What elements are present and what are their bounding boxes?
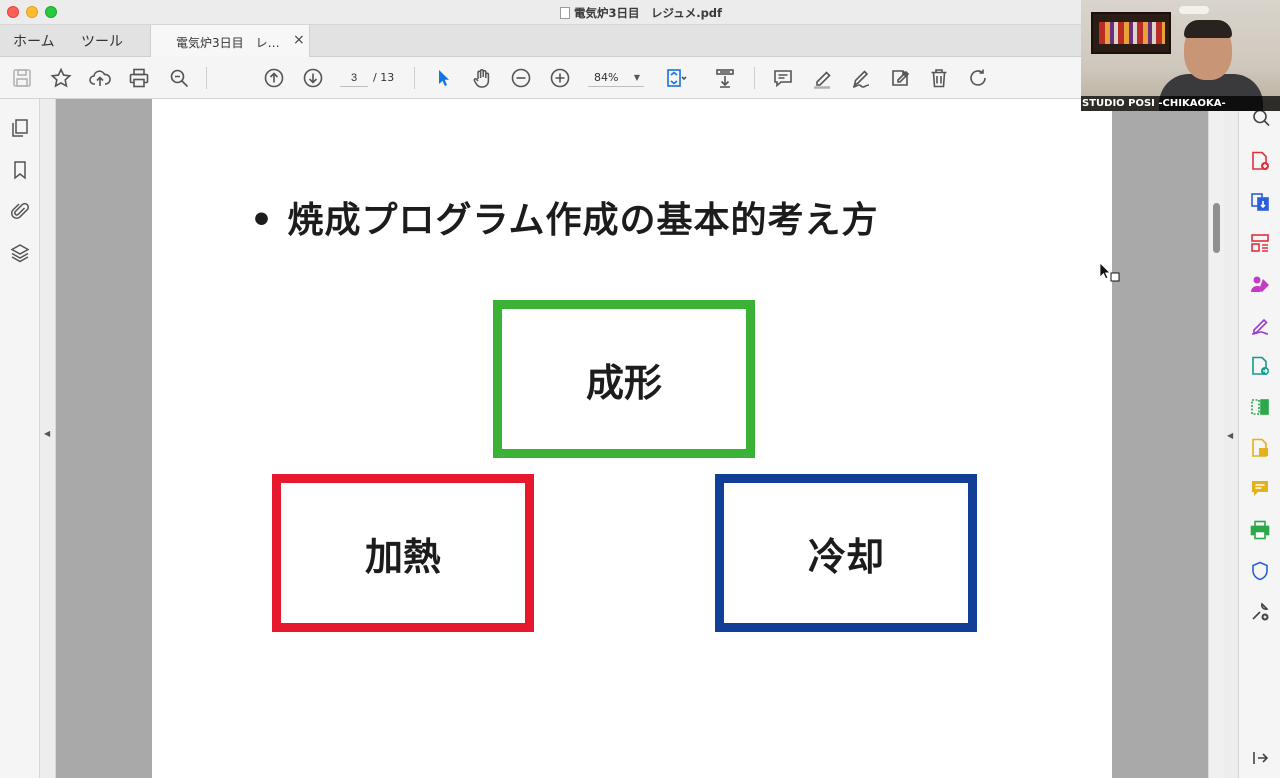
fit-page-icon[interactable] xyxy=(664,66,688,90)
upload-icon[interactable] xyxy=(88,66,112,90)
minimize-window-button[interactable] xyxy=(26,6,38,18)
export-pdf-icon[interactable] xyxy=(1249,150,1271,172)
sign-icon[interactable] xyxy=(849,66,873,90)
more-tools-icon[interactable] xyxy=(1249,601,1271,623)
heating-label: 加熱 xyxy=(364,534,441,579)
chevron-left-icon: ◀ xyxy=(1227,431,1234,440)
window-title: 電気炉3日目 レジュメ.pdf xyxy=(560,5,722,21)
left-pane-toggle[interactable]: ◀ xyxy=(40,99,56,778)
zoom-out-icon[interactable] xyxy=(509,66,533,90)
right-tools-pane xyxy=(1238,99,1280,778)
slide-title: • 焼成プログラム作成の基本的考え方 xyxy=(250,200,879,241)
protect-icon[interactable] xyxy=(1249,560,1271,582)
tab-tools[interactable]: ツール xyxy=(81,31,123,51)
scrollbar-thumb[interactable] xyxy=(1213,203,1220,253)
right-pane-toggle[interactable]: ◀ xyxy=(1224,99,1238,778)
toolbar-separator xyxy=(414,67,415,89)
tab-document-label: 電気炉3日目 レ… xyxy=(176,36,280,50)
bookmark-icon[interactable] xyxy=(9,159,31,181)
close-window-button[interactable] xyxy=(7,6,19,18)
page-total: / 13 xyxy=(373,71,395,84)
compare-icon[interactable] xyxy=(1249,396,1271,418)
forming-box: 成形 xyxy=(493,300,755,458)
send-for-review-icon[interactable] xyxy=(1249,355,1271,377)
cooling-label: 冷却 xyxy=(807,534,884,579)
collapse-panel-icon[interactable] xyxy=(1249,747,1271,769)
scan-icon[interactable] xyxy=(1249,437,1271,459)
zoom-in-icon[interactable] xyxy=(548,66,572,90)
forming-label: 成形 xyxy=(585,360,662,405)
print-production-icon[interactable] xyxy=(1249,519,1271,541)
chevron-down-icon: ▼ xyxy=(633,73,640,82)
delete-icon[interactable] xyxy=(927,66,951,90)
page-number-input[interactable] xyxy=(340,69,368,87)
edit-pdf-icon[interactable] xyxy=(1249,314,1271,336)
heating-box: 加熱 xyxy=(272,474,534,632)
attachment-icon[interactable] xyxy=(9,200,31,222)
cooling-box: 冷却 xyxy=(715,474,977,632)
webcam-name-label: STUDIO POSI -CHIKAOKA- xyxy=(1081,96,1280,111)
mouse-cursor-icon xyxy=(1099,262,1120,282)
select-arrow-icon[interactable] xyxy=(431,66,455,90)
highlight-icon[interactable] xyxy=(810,66,834,90)
toolbar-separator xyxy=(754,67,755,89)
share-icon[interactable] xyxy=(1249,273,1271,295)
page-up-icon[interactable] xyxy=(262,66,286,90)
layers-icon[interactable] xyxy=(9,242,31,264)
tab-home[interactable]: ホーム xyxy=(13,31,55,51)
window-title-text: 電気炉3日目 レジュメ.pdf xyxy=(574,6,723,20)
wall-art xyxy=(1091,12,1171,54)
page-down-icon[interactable] xyxy=(301,66,325,90)
presenter-hair xyxy=(1184,20,1232,38)
chevron-left-icon: ◀ xyxy=(44,429,51,438)
scroll-mode-icon[interactable] xyxy=(713,66,737,90)
pdf-document-icon xyxy=(560,7,570,19)
webcam-video: STUDIO POSI -CHIKAOKA- xyxy=(1081,0,1280,111)
close-tab-icon[interactable]: × xyxy=(293,32,305,48)
acrobat-window: 電気炉3日目 レジュメ.pdf ホーム ツール 電気炉3日目 レ… × 3 / … xyxy=(0,0,1280,778)
stamp-icon[interactable] xyxy=(888,66,912,90)
comment-panel-icon[interactable] xyxy=(1249,478,1271,500)
hand-icon[interactable] xyxy=(470,66,494,90)
toolbar-separator xyxy=(206,67,207,89)
vertical-scrollbar[interactable] xyxy=(1208,99,1224,778)
create-pdf-icon[interactable] xyxy=(1249,191,1271,213)
rotate-icon[interactable] xyxy=(966,66,990,90)
organize-pages-icon[interactable] xyxy=(1249,232,1271,254)
pdf-page: • 焼成プログラム作成の基本的考え方 成形 加熱 冷却 xyxy=(152,99,1120,778)
zoom-window-button[interactable] xyxy=(45,6,57,18)
zoom-level-select[interactable]: 84% ▼ xyxy=(588,69,644,87)
zoom-level-value: 84% xyxy=(594,71,619,84)
save-icon[interactable] xyxy=(10,66,34,90)
page-thumbnails-icon[interactable] xyxy=(9,117,31,139)
zoom-search-icon[interactable] xyxy=(167,66,191,90)
star-icon[interactable] xyxy=(49,66,73,90)
print-icon[interactable] xyxy=(127,66,151,90)
ceiling-lamp xyxy=(1179,6,1209,14)
tab-document[interactable]: 電気炉3日目 レ… × xyxy=(150,25,310,57)
comment-icon[interactable] xyxy=(771,66,795,90)
left-navigation-pane xyxy=(0,99,40,778)
document-viewer[interactable]: • 焼成プログラム作成の基本的考え方 成形 加熱 冷却 xyxy=(56,99,1208,778)
